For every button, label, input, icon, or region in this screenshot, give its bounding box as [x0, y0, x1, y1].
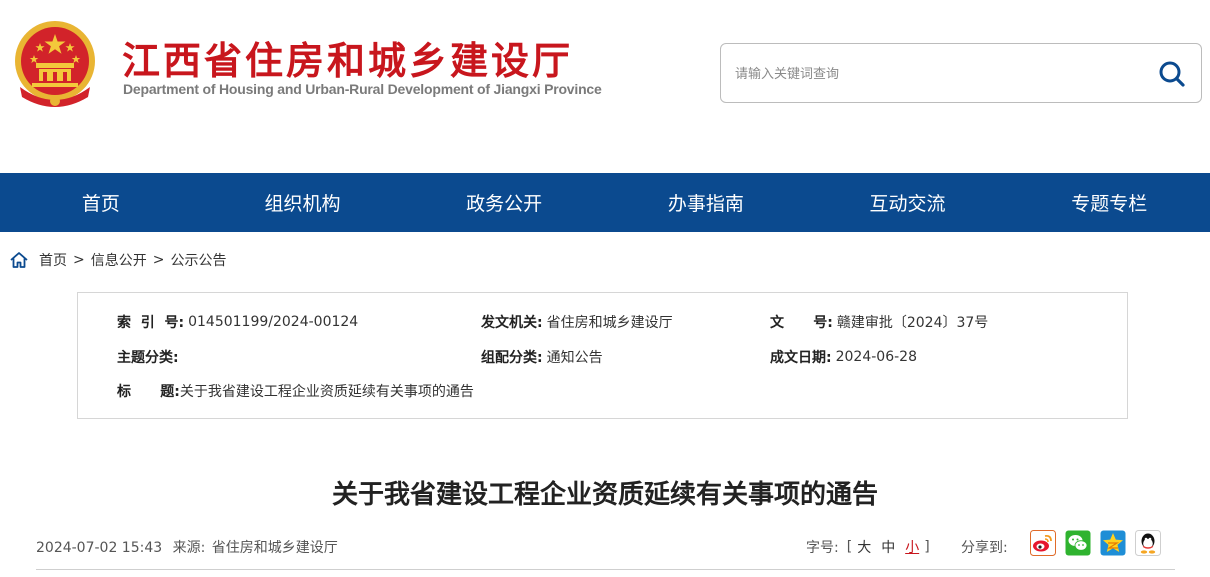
site-title: 江西省住房和城乡建设厅	[122, 39, 574, 83]
nav-item-interaction[interactable]: 互动交流	[807, 173, 1009, 232]
search-icon[interactable]	[1157, 59, 1187, 89]
font-size-control: 字号: [ 大 中 小 ]	[806, 537, 930, 557]
breadcrumb-separator: >	[152, 252, 165, 268]
breadcrumb-home[interactable]: 首页	[39, 250, 67, 270]
font-size-small[interactable]: 小	[905, 537, 919, 557]
wechat-icon[interactable]	[1065, 530, 1091, 556]
main-nav: 首页 组织机构 政务公开 办事指南 互动交流 专题专栏	[0, 173, 1210, 232]
share-label: 分享到:	[961, 540, 1008, 556]
font-size-open-bracket: [	[846, 539, 853, 555]
publish-time: 2024-07-02 15:43	[36, 540, 163, 556]
written-date-value: 2024-06-28	[835, 349, 917, 365]
title-label: 标 题:	[117, 384, 180, 400]
document-number-label: 文 号:	[770, 315, 833, 331]
document-number-value: 赣建审批〔2024〕37号	[836, 315, 989, 331]
written-date-label: 成文日期:	[770, 350, 832, 366]
breadcrumb: 首页 > 信息公开 > 公示公告	[9, 250, 226, 270]
breadcrumb-info-disclosure[interactable]: 信息公开	[91, 250, 147, 270]
nav-item-home[interactable]: 首页	[0, 173, 202, 232]
issuer-field: 发文机关: 省住房和城乡建设厅	[481, 312, 673, 332]
title-field: 标 题: 关于我省建设工程企业资质延续有关事项的通告	[117, 381, 474, 401]
index-number-value: 014501199/2024-00124	[188, 314, 359, 330]
content-divider	[36, 569, 1175, 570]
qq-icon[interactable]	[1135, 530, 1161, 556]
weibo-icon[interactable]	[1030, 530, 1056, 556]
category-field: 组配分类: 通知公告	[481, 347, 603, 367]
title-value: 关于我省建设工程企业资质延续有关事项的通告	[179, 384, 474, 400]
issuer-label: 发文机关:	[481, 315, 543, 331]
issuer-value: 省住房和城乡建设厅	[546, 315, 673, 331]
home-icon	[10, 252, 28, 268]
search-input[interactable]	[735, 62, 1135, 86]
nav-item-special-topics[interactable]: 专题专栏	[1008, 173, 1210, 232]
topic-label: 主题分类:	[117, 350, 179, 366]
topic-field: 主题分类:	[117, 347, 183, 367]
search-box	[720, 43, 1202, 103]
nav-item-government-affairs[interactable]: 政务公开	[403, 173, 605, 232]
index-number-field: 索 引 号: 014501199/2024-00124	[117, 312, 358, 332]
nav-item-service-guide[interactable]: 办事指南	[605, 173, 807, 232]
site-subtitle: Department of Housing and Urban-Rural De…	[123, 81, 602, 97]
breadcrumb-separator: >	[73, 252, 85, 268]
breadcrumb-announcements[interactable]: 公示公告	[170, 250, 226, 270]
document-info-box: 索 引 号: 014501199/2024-00124 发文机关: 省住房和城乡…	[77, 292, 1128, 419]
qzone-icon[interactable]	[1100, 530, 1126, 556]
font-size-label: 字号:	[806, 540, 839, 556]
publish-info: 2024-07-02 15:43 来源: 省住房和城乡建设厅	[36, 537, 344, 557]
font-size-large[interactable]: 大	[857, 537, 871, 557]
font-size-medium[interactable]: 中	[881, 537, 895, 557]
nav-item-organization[interactable]: 组织机构	[202, 173, 404, 232]
national-emblem-icon	[15, 21, 95, 107]
written-date-field: 成文日期: 2024-06-28	[770, 347, 917, 367]
source-label: 来源:	[172, 540, 206, 556]
share-icons	[1030, 530, 1161, 556]
category-value: 通知公告	[546, 350, 603, 366]
index-number-label: 索 引 号:	[117, 315, 185, 331]
article-title: 关于我省建设工程企业资质延续有关事项的通告	[331, 480, 878, 510]
font-size-close-bracket: ]	[924, 539, 930, 555]
document-number-field: 文 号: 赣建审批〔2024〕37号	[770, 312, 988, 332]
source-value: 省住房和城乡建设厅	[211, 540, 338, 556]
category-label: 组配分类:	[481, 350, 543, 366]
